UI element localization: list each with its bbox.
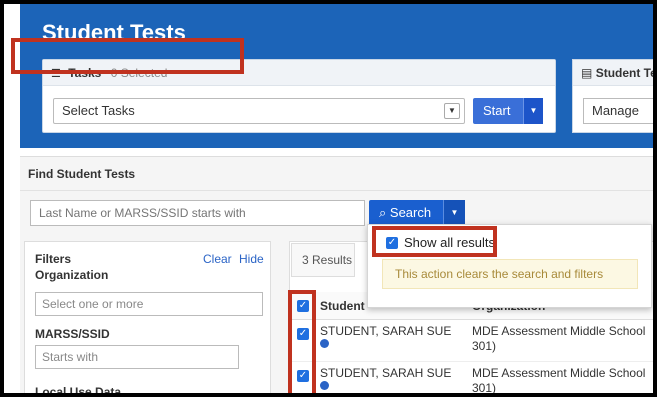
info-icon[interactable] (320, 339, 329, 348)
marss-label: MARSS/SSID (35, 327, 110, 341)
search-dropdown-toggle[interactable]: ▼ (443, 200, 465, 226)
table-row[interactable]: ✓ STUDENT, SARAH SUE MDE Assessment Midd… (290, 362, 653, 395)
panel-pointer (534, 135, 554, 148)
find-heading: Find Student Tests (20, 157, 653, 191)
start-button[interactable]: Start ▼ (473, 98, 543, 124)
start-dropdown-toggle[interactable]: ▼ (523, 98, 543, 124)
warning-message: This action clears the search and filter… (382, 259, 638, 289)
student-org: MDE Assessment Middle School 301) (472, 366, 646, 395)
student-name[interactable]: STUDENT, SARAH SUE (320, 324, 451, 338)
select-tasks-value: Select Tasks (62, 103, 135, 118)
clear-filters-link[interactable]: Clear (203, 252, 232, 266)
list-icon: ▤ (581, 66, 593, 80)
select-tasks-dropdown[interactable]: Select Tasks ▼ (53, 98, 465, 124)
marss-input[interactable]: Starts with (35, 345, 239, 369)
org-line-2: 301) (472, 339, 497, 353)
student-test-panel: ▤ Student Tes Manage (572, 59, 657, 133)
search-button[interactable]: ⌕ Search ▼ (369, 200, 465, 226)
start-label: Start (483, 103, 511, 118)
local-use-label: Local Use Data (35, 385, 122, 397)
student-test-label: Student Tes (595, 66, 657, 80)
search-input[interactable] (30, 200, 365, 226)
highlight-box (288, 290, 316, 393)
column-student[interactable]: Student (320, 299, 365, 313)
hide-filters-link[interactable]: Hide (239, 252, 264, 266)
search-label: Search (389, 205, 432, 220)
page-header: Student Tests ☰ Tasks 0 Selected Select … (20, 4, 657, 148)
filters-title: Filters (35, 252, 72, 266)
manage-dropdown[interactable]: Manage (583, 98, 653, 124)
table-row[interactable]: ✓ STUDENT, SARAH SUE MDE Assessment Midd… (290, 320, 653, 362)
filters-panel: Filters Organization Clear Hide Select o… (24, 241, 271, 397)
org-line-1: MDE Assessment Middle School (472, 366, 646, 380)
highlight-box (11, 38, 244, 74)
student-test-header: ▤ Student Tes (573, 60, 657, 86)
search-icon: ⌕ (379, 205, 387, 220)
organization-input[interactable]: Select one or more (35, 292, 263, 316)
student-org: MDE Assessment Middle School 301) (472, 324, 645, 354)
info-icon[interactable] (320, 381, 329, 390)
highlight-box (372, 226, 497, 257)
manage-value: Manage (592, 103, 639, 118)
screenshot-frame: Student Tests ☰ Tasks 0 Selected Select … (0, 0, 657, 397)
results-count: 3 Results (291, 243, 355, 277)
student-name[interactable]: STUDENT, SARAH SUE (320, 366, 451, 380)
org-line-1: MDE Assessment Middle School (472, 324, 646, 338)
org-line-2: 301) (472, 381, 497, 395)
chevron-down-icon[interactable]: ▼ (444, 103, 460, 119)
organization-label: Organization (35, 268, 109, 282)
